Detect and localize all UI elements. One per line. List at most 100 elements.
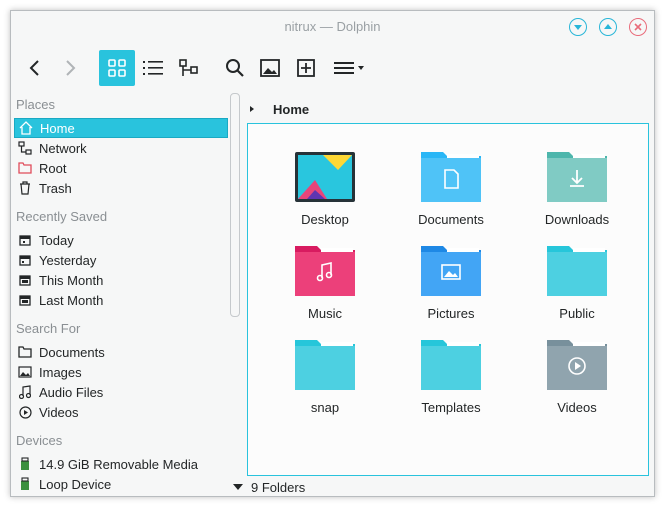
sidebar-item-trash[interactable]: Trash	[14, 178, 228, 198]
sidebar-item-label: Last Month	[39, 292, 104, 308]
sidebar-item-network[interactable]: Network	[14, 138, 228, 158]
sidebar-item-loop-device[interactable]: Loop Device	[14, 474, 228, 494]
folder-label: Pictures	[427, 306, 475, 321]
window-title: nitrux — Dolphin	[284, 19, 381, 34]
folder-label: Downloads	[544, 212, 610, 227]
folder-label: Templates	[421, 400, 481, 415]
panel-toggle-icon[interactable]	[231, 482, 245, 492]
maximize-icon	[604, 24, 612, 29]
back-button[interactable]	[17, 50, 53, 86]
folder-label: snap	[310, 400, 340, 415]
folder-icon	[421, 340, 481, 390]
folder-downloads[interactable]: Downloads	[522, 138, 632, 228]
preview-button[interactable]	[252, 50, 288, 86]
chevron-left-icon	[29, 60, 39, 76]
close-icon	[634, 23, 642, 31]
icons-view-button[interactable]	[99, 50, 135, 86]
sidebar-item-removable-media[interactable]: 14.9 GiB Removable Media	[14, 454, 228, 474]
folder-templates[interactable]: Templates	[396, 326, 506, 416]
sidebar-item-search-videos[interactable]: Videos	[14, 402, 228, 422]
usb-drive-icon	[17, 456, 33, 472]
maximize-button[interactable]	[599, 18, 617, 36]
status-bar: 9 Folders	[229, 477, 654, 496]
sidebar-item-label: 14.9 GiB Removable Media	[39, 456, 198, 472]
sidebar-item-label: Audio Files	[39, 384, 104, 400]
search-button[interactable]	[217, 50, 253, 86]
sidebar-item-home[interactable]: Home	[14, 118, 228, 138]
sidebar-item-label: Documents	[39, 344, 105, 360]
sidebar-item-label: Loop Device	[39, 476, 112, 492]
folder-icon	[295, 340, 355, 390]
sidebar-item-search-images[interactable]: Images	[14, 362, 228, 382]
calendar-yesterday-icon	[17, 252, 33, 268]
folder-outline-icon	[17, 344, 33, 360]
sidebar-item-search-audio[interactable]: Audio Files	[14, 382, 228, 402]
folder-videos-icon	[547, 340, 607, 390]
folder-label: Videos	[557, 400, 597, 415]
folder-red-icon	[17, 160, 33, 176]
title-bar: nitrux — Dolphin	[11, 11, 654, 43]
list-icon	[143, 61, 163, 75]
image-icon	[260, 59, 280, 77]
sidebar-item-label: Today	[39, 232, 74, 248]
new-tab-button[interactable]	[288, 50, 324, 86]
folder-snap[interactable]: snap	[270, 326, 380, 416]
chevron-right-icon	[66, 60, 76, 76]
network-icon	[17, 140, 33, 156]
folder-videos[interactable]: Videos	[522, 326, 632, 416]
menu-button[interactable]	[327, 50, 371, 86]
folder-pictures[interactable]: Pictures	[396, 232, 506, 322]
sidebar-item-last-month[interactable]: Last Month	[14, 290, 228, 310]
sidebar-item-this-month[interactable]: This Month	[14, 270, 228, 290]
search-for-heading: Search For	[16, 321, 81, 336]
calendar-last-month-icon	[17, 292, 33, 308]
folder-label: Documents	[418, 212, 484, 227]
add-box-icon	[297, 59, 315, 77]
search-icon	[226, 59, 244, 77]
sidebar-item-today[interactable]: Today	[14, 230, 228, 250]
play-circle-icon	[17, 404, 33, 420]
home-icon	[18, 120, 34, 136]
trash-icon	[17, 180, 33, 196]
minimize-button[interactable]	[569, 18, 587, 36]
folder-icon	[547, 246, 607, 296]
desktop-icon	[295, 152, 355, 202]
image-icon	[17, 364, 33, 380]
forward-button[interactable]	[52, 50, 88, 86]
minimize-icon	[574, 25, 582, 30]
recently-saved-heading: Recently Saved	[16, 209, 108, 224]
usb-drive-icon	[17, 476, 33, 492]
folder-public[interactable]: Public	[522, 232, 632, 322]
folder-pictures-icon	[421, 246, 481, 296]
sidebar-item-label: Images	[39, 364, 82, 380]
sidebar-item-label: Network	[39, 140, 87, 156]
music-note-icon	[17, 384, 33, 400]
sidebar-item-label: Videos	[39, 404, 79, 420]
grid-icon	[108, 59, 126, 77]
folder-downloads-icon	[547, 152, 607, 202]
places-scrollbar[interactable]	[230, 93, 240, 317]
folder-label: Music	[308, 306, 342, 321]
sidebar-item-root[interactable]: Root	[14, 158, 228, 178]
close-button[interactable]	[629, 18, 647, 36]
breadcrumb-home[interactable]: Home	[273, 102, 309, 117]
folder-desktop[interactable]: Desktop	[270, 138, 380, 228]
details-view-button[interactable]	[135, 50, 171, 86]
folder-documents-icon	[421, 152, 481, 202]
file-view[interactable]: Desktop Documents Downloads Music Pictur…	[247, 123, 649, 476]
tree-icon	[179, 59, 198, 76]
sidebar-item-search-documents[interactable]: Documents	[14, 342, 228, 362]
toolbar	[11, 43, 654, 93]
folder-music[interactable]: Music	[270, 232, 380, 322]
hamburger-menu-icon	[334, 62, 364, 74]
breadcrumb-arrow-icon	[250, 106, 254, 112]
sidebar-item-label: Root	[39, 160, 67, 176]
calendar-month-icon	[17, 272, 33, 288]
breadcrumb[interactable]: Home	[247, 99, 309, 119]
tree-view-button[interactable]	[171, 50, 207, 86]
sidebar-item-label: Home	[40, 120, 75, 136]
dolphin-window: nitrux — Dolphin Places Home Network Roo…	[10, 10, 655, 497]
sidebar-item-yesterday[interactable]: Yesterday	[14, 250, 228, 270]
status-text: 9 Folders	[251, 479, 306, 495]
folder-documents[interactable]: Documents	[396, 138, 506, 228]
